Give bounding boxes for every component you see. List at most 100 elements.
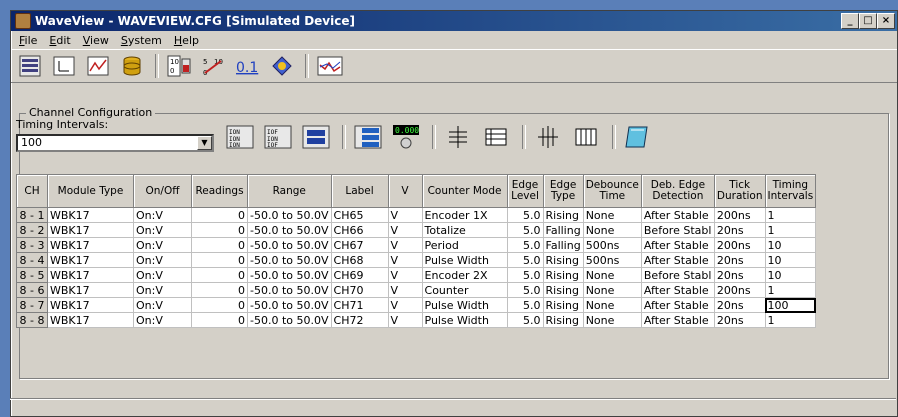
table-cell[interactable]: WBK17 — [47, 267, 134, 283]
table-row[interactable]: 8 - 5 WBK17 On:V 0 -50.0 to 50.0V CH69 V Encode… — [16, 267, 817, 283]
table-cell[interactable]: On:V — [133, 312, 192, 328]
table-row[interactable]: 8 - 7 WBK17 On:V 0 -50.0 to 50.0V CH71 V Pulse … — [16, 297, 817, 313]
table-cell[interactable]: 5.0 — [506, 297, 544, 313]
table-cell[interactable]: 0 — [191, 267, 248, 283]
table-cell[interactable]: After Stable — [640, 252, 715, 268]
row-channel-cell[interactable]: 8 - 4 — [16, 252, 48, 268]
table-cell[interactable]: WBK17 — [47, 237, 134, 253]
timing-intervals-select[interactable]: 100 ▼ — [16, 134, 214, 152]
analog-meter-icon[interactable]: 5100 — [201, 54, 227, 78]
table-cell[interactable]: After Stable — [640, 237, 715, 253]
table-cell[interactable]: 0 — [191, 252, 248, 268]
table-cell[interactable]: 20ns — [713, 297, 766, 313]
table-cell[interactable]: 0 — [191, 207, 248, 223]
table-cell[interactable]: -50.0 to 50.0V — [247, 207, 332, 223]
column-header[interactable]: Debounce Time — [582, 174, 642, 208]
table-cell[interactable]: -50.0 to 50.0V — [247, 222, 332, 238]
table-cell[interactable]: CH67 — [330, 237, 389, 253]
table-cell[interactable]: None — [582, 282, 642, 298]
table-cell[interactable]: Totalize — [421, 222, 508, 238]
table-cell[interactable]: CH66 — [330, 222, 389, 238]
column-header[interactable]: Counter Mode — [421, 174, 508, 208]
table-cell[interactable]: Rising — [542, 252, 584, 268]
digital-value-icon[interactable]: 0.1 — [235, 54, 261, 78]
column-header[interactable]: Range — [247, 174, 332, 208]
table-cell[interactable]: 200ns — [713, 237, 766, 253]
table-cell[interactable]: After Stable — [640, 297, 715, 313]
table-cell[interactable]: On:V — [133, 222, 192, 238]
row-channel-cell[interactable]: 8 - 8 — [16, 312, 48, 328]
table-cell[interactable]: Pulse Width — [421, 297, 508, 313]
table-cell[interactable]: V — [387, 237, 423, 253]
table-cell[interactable]: 5.0 — [506, 237, 544, 253]
table-cell[interactable]: 1 — [764, 222, 817, 238]
table-cell[interactable]: Rising — [542, 297, 584, 313]
table-cell[interactable]: 20ns — [713, 312, 766, 328]
table-cell[interactable]: CH65 — [330, 207, 389, 223]
table-cell[interactable]: 20ns — [713, 222, 766, 238]
scope-icon[interactable] — [317, 54, 343, 78]
table-cell[interactable]: 5.0 — [506, 222, 544, 238]
table-cell[interactable]: 1 — [764, 312, 817, 328]
table-cell[interactable]: WBK17 — [47, 297, 134, 313]
table-cell[interactable]: Rising — [542, 267, 584, 283]
table-cell[interactable]: 0 — [191, 222, 248, 238]
table-row[interactable]: 8 - 2 WBK17 On:V 0 -50.0 to 50.0V CH66 V Totali… — [16, 222, 817, 238]
table-cell[interactable]: On:V — [133, 207, 192, 223]
table-cell[interactable]: Pulse Width — [421, 252, 508, 268]
minimize-button[interactable]: _ — [841, 13, 859, 29]
list-icon[interactable] — [482, 122, 510, 152]
table-cell[interactable]: -50.0 to 50.0V — [247, 237, 332, 253]
table-cell[interactable]: WBK17 — [47, 282, 134, 298]
database-icon[interactable] — [119, 54, 145, 78]
column-header[interactable]: Tick Duration — [713, 174, 766, 208]
menu-help[interactable]: Help — [174, 34, 199, 47]
expand-cols-icon[interactable] — [534, 122, 562, 152]
row-channel-cell[interactable]: 8 - 3 — [16, 237, 48, 253]
column-header[interactable]: Edge Type — [542, 174, 584, 208]
diamond-icon[interactable] — [269, 54, 295, 78]
channels-off-icon[interactable]: IOF ION IOF — [264, 122, 292, 152]
table-cell[interactable]: 10 — [764, 267, 817, 283]
table-cell[interactable]: -50.0 to 50.0V — [247, 252, 332, 268]
table-cell[interactable]: 0 — [191, 237, 248, 253]
table-cell[interactable]: V — [387, 297, 423, 313]
table-cell[interactable]: V — [387, 207, 423, 223]
table-cell[interactable]: WBK17 — [47, 252, 134, 268]
table-cell[interactable]: 5.0 — [506, 282, 544, 298]
ranges-icon[interactable] — [354, 122, 382, 152]
table-cell[interactable]: None — [582, 297, 642, 313]
digital-meter-icon[interactable]: 10 0 — [167, 54, 193, 78]
table-cell[interactable]: -50.0 to 50.0V — [247, 282, 332, 298]
table-cell[interactable]: 200ns — [713, 207, 766, 223]
table-cell[interactable]: Rising — [542, 312, 584, 328]
table-cell[interactable]: 5.0 — [506, 267, 544, 283]
row-channel-cell[interactable]: 8 - 5 — [16, 267, 48, 283]
table-cell[interactable]: Rising — [542, 207, 584, 223]
table-cell[interactable]: On:V — [133, 297, 192, 313]
column-header[interactable]: Readings — [191, 174, 248, 208]
row-channel-cell[interactable]: 8 - 1 — [16, 207, 48, 223]
table-cell[interactable]: 500ns — [582, 252, 642, 268]
collapse-rows-icon[interactable] — [444, 122, 472, 152]
table-cell[interactable]: Counter — [421, 282, 508, 298]
table-cell[interactable]: 500ns — [582, 237, 642, 253]
table-cell[interactable]: -50.0 to 50.0V — [247, 297, 332, 313]
table-cell[interactable]: Before Stabl — [640, 222, 715, 238]
chevron-down-icon[interactable]: ▼ — [197, 136, 212, 150]
table-cell[interactable]: V — [387, 312, 423, 328]
row-channel-cell[interactable]: 8 - 6 — [16, 282, 48, 298]
table-cell[interactable]: V — [387, 267, 423, 283]
menu-system[interactable]: System — [121, 34, 162, 47]
table-row[interactable]: 8 - 8 WBK17 On:V 0 -50.0 to 50.0V CH72 V Pulse … — [16, 312, 817, 328]
table-cell[interactable]: CH68 — [330, 252, 389, 268]
table-cell[interactable]: WBK17 — [47, 222, 134, 238]
data-display-icon[interactable] — [51, 54, 77, 78]
table-row[interactable]: 8 - 3 WBK17 On:V 0 -50.0 to 50.0V CH67 V Period… — [16, 237, 817, 253]
columns-icon[interactable] — [572, 122, 600, 152]
table-cell[interactable]: CH70 — [330, 282, 389, 298]
notebook-icon[interactable] — [624, 122, 652, 152]
table-cell[interactable]: None — [582, 267, 642, 283]
table-row[interactable]: 8 - 6 WBK17 On:V 0 -50.0 to 50.0V CH70 V Counte… — [16, 282, 817, 298]
channel-toggle-icon[interactable] — [302, 122, 330, 152]
